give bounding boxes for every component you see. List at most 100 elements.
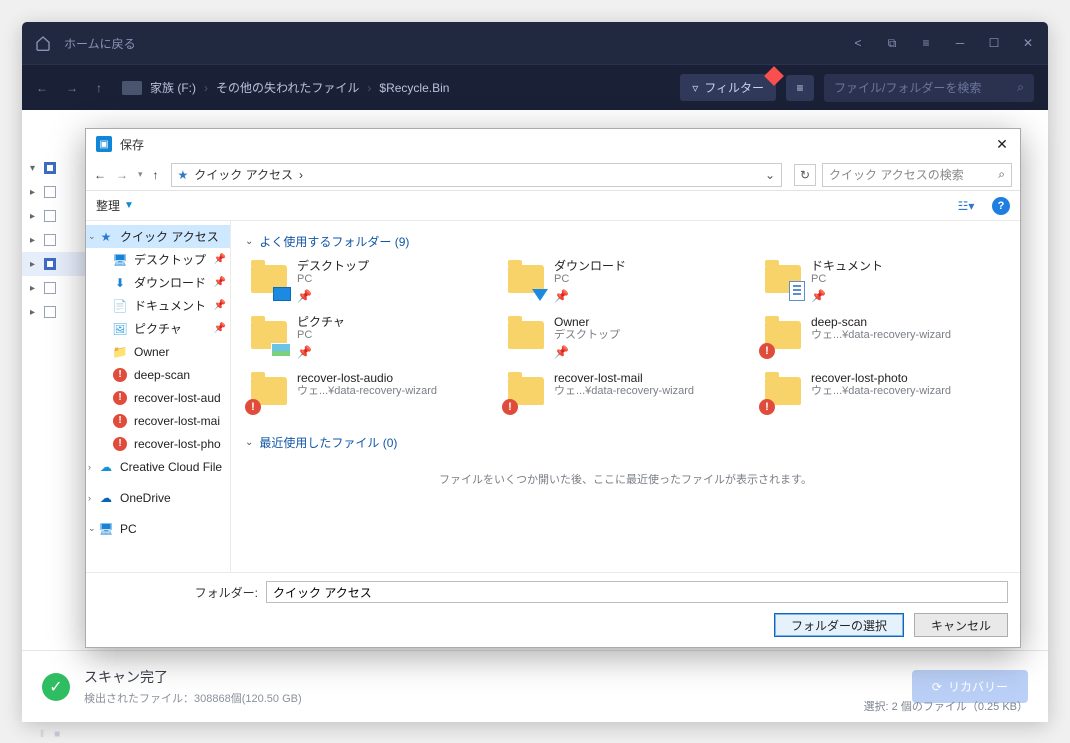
folder-icon: [763, 259, 803, 299]
share-icon[interactable]: <: [850, 35, 866, 51]
recent-dropdown-icon[interactable]: ▾: [138, 169, 143, 180]
onedrive-icon: ☁: [98, 491, 114, 505]
close-icon[interactable]: ✕: [994, 136, 1010, 152]
maximize-icon[interactable]: ☐: [986, 35, 1002, 51]
up-icon[interactable]: ↑: [96, 81, 112, 95]
chevron-right-icon: ›: [299, 168, 303, 182]
section-frequent[interactable]: ⌄ よく使用するフォルダー (9): [245, 233, 1006, 250]
chevron-down-icon[interactable]: ⌄: [765, 168, 775, 182]
folder-item[interactable]: !deep-scanウェ...¥data-recovery-wizard: [759, 312, 1006, 364]
sidebar-item-label: recover-lost-pho: [134, 437, 221, 451]
folder-item[interactable]: デスクトップPC📌: [245, 256, 492, 308]
address-bar[interactable]: ★ クイック アクセス › ⌄: [171, 163, 782, 187]
sidebar-item[interactable]: 🖼ピクチャ📌: [86, 317, 230, 340]
sidebar-item-label: OneDrive: [120, 491, 171, 505]
folder-location: ウェ...¥data-recovery-wizard: [811, 329, 951, 342]
search-icon: ⌕: [1017, 80, 1024, 95]
home-icon[interactable]: [34, 34, 52, 52]
pin-icon: 📌: [214, 323, 226, 334]
folder-item[interactable]: Ownerデスクトップ📌: [502, 312, 749, 364]
scan-detail: 検出されたファイル：308868個(120.50 GB): [84, 690, 302, 706]
sidebar-item-label: recover-lost-aud: [134, 391, 221, 405]
select-folder-button[interactable]: フォルダーの選択: [774, 613, 904, 637]
help-icon[interactable]: ?: [992, 197, 1010, 215]
cancel-button[interactable]: キャンセル: [914, 613, 1008, 637]
search-input[interactable]: ファイル/フォルダーを検索 ⌕: [824, 74, 1034, 102]
folder-name: ドキュメント: [811, 259, 883, 273]
pin-icon: 📌: [214, 254, 226, 265]
filter-button[interactable]: ▿ フィルター: [680, 74, 776, 101]
pin-icon: 📌: [811, 289, 883, 303]
up-icon[interactable]: ↑: [153, 168, 159, 182]
section-recent-label: 最近使用したファイル (0): [259, 434, 397, 451]
expand-icon[interactable]: ›: [88, 462, 91, 472]
sidebar-item[interactable]: ⌄★クイック アクセス: [86, 225, 230, 248]
sidebar-item[interactable]: ! recover-lost-pho: [86, 432, 230, 455]
sidebar-item[interactable]: › ☁ OneDrive: [86, 486, 230, 509]
folder-item[interactable]: ダウンロードPC📌: [502, 256, 749, 308]
sidebar-item[interactable]: !recover-lost-aud: [86, 386, 230, 409]
section-recent[interactable]: ⌄ 最近使用したファイル (0): [245, 434, 1006, 451]
cloud-icon: ☁: [98, 460, 114, 474]
picker-search-input[interactable]: クイック アクセスの検索 ⌕: [822, 163, 1012, 187]
filter-label: フィルター: [704, 79, 764, 96]
folder-name-input[interactable]: [266, 581, 1008, 603]
export-icon[interactable]: ⧉: [884, 35, 900, 51]
organize-label: 整理: [96, 197, 120, 214]
star-icon: ★: [98, 230, 114, 244]
back-icon[interactable]: ←: [94, 168, 106, 182]
warning-icon: !: [112, 437, 128, 451]
folder-location: PC: [811, 273, 883, 286]
forward-icon: →: [116, 168, 128, 182]
bc-1[interactable]: その他の失われたファイル: [216, 79, 359, 96]
view-mode-icon[interactable]: ☳▾: [952, 196, 980, 216]
folder-item[interactable]: ピクチャPC📌: [245, 312, 492, 364]
sidebar-item[interactable]: 📄ドキュメント📌: [86, 294, 230, 317]
filter-badge-icon: [764, 66, 784, 86]
menu-icon[interactable]: ≡: [918, 35, 934, 51]
pause-icon[interactable]: ‖: [40, 729, 44, 740]
sidebar-item[interactable]: ⌄🖥PC: [86, 517, 230, 540]
folder-name: recover-lost-audio: [297, 371, 437, 385]
stop-icon[interactable]: ■: [54, 729, 60, 740]
view-toggle[interactable]: ≡: [786, 75, 814, 101]
folder-location: PC: [297, 329, 345, 342]
status-bar: ✓ スキャン完了 検出されたファイル：308868個(120.50 GB) ⟳ …: [22, 650, 1048, 722]
bc-2[interactable]: $Recycle.Bin: [379, 81, 449, 95]
sidebar-item[interactable]: 🖥デスクトップ📌: [86, 248, 230, 271]
sidebar-item[interactable]: 📁Owner: [86, 340, 230, 363]
refresh-icon[interactable]: ↻: [794, 164, 816, 186]
sidebar-item[interactable]: ⬇ダウンロード📌: [86, 271, 230, 294]
sidebar-item-label: ドキュメント: [134, 297, 206, 314]
folder-item[interactable]: !recover-lost-audioウェ...¥data-recovery-w…: [245, 368, 492, 420]
folder-location: ウェ...¥data-recovery-wizard: [811, 385, 951, 398]
expand-icon[interactable]: ›: [88, 493, 91, 503]
warning-icon: !: [112, 368, 128, 382]
chevron-right-icon: ›: [204, 81, 208, 95]
sidebar-item-label: Creative Cloud File: [120, 460, 222, 474]
bc-0[interactable]: 家族 (F:): [150, 79, 196, 96]
sidebar-item[interactable]: !recover-lost-mai: [86, 409, 230, 432]
folder-item[interactable]: ドキュメントPC 📌: [759, 256, 1006, 308]
save-icon: ▣: [96, 136, 112, 152]
pin-icon: 📌: [297, 289, 369, 303]
sidebar-item[interactable]: !deep-scan: [86, 363, 230, 386]
folder-item[interactable]: !recover-lost-photoウェ...¥data-recovery-w…: [759, 368, 1006, 420]
folder-icon: !: [506, 371, 546, 411]
minimize-icon[interactable]: ─: [952, 35, 968, 51]
organize-menu[interactable]: 整理 ▼: [96, 197, 134, 214]
pin-icon: 📌: [554, 345, 620, 359]
forward-icon[interactable]: →: [66, 81, 82, 95]
home-label[interactable]: ホームに戻る: [64, 35, 136, 52]
expand-icon[interactable]: ⌄: [88, 523, 96, 534]
folder-item[interactable]: !recover-lost-mailウェ...¥data-recovery-wi…: [502, 368, 749, 420]
file-tree[interactable]: ▾ ▸ ▸ ▸ ▸ ▸ ▸: [22, 156, 94, 650]
warning-icon: !: [759, 343, 775, 359]
back-icon[interactable]: ←: [36, 81, 52, 95]
chevron-down-icon: ▼: [124, 200, 134, 211]
pin-icon: 📌: [214, 300, 226, 311]
sidebar-item[interactable]: › ☁ Creative Cloud File: [86, 455, 230, 478]
close-icon[interactable]: ✕: [1020, 35, 1036, 51]
folder-location: ウェ...¥data-recovery-wizard: [554, 385, 694, 398]
expand-icon[interactable]: ⌄: [88, 231, 96, 242]
